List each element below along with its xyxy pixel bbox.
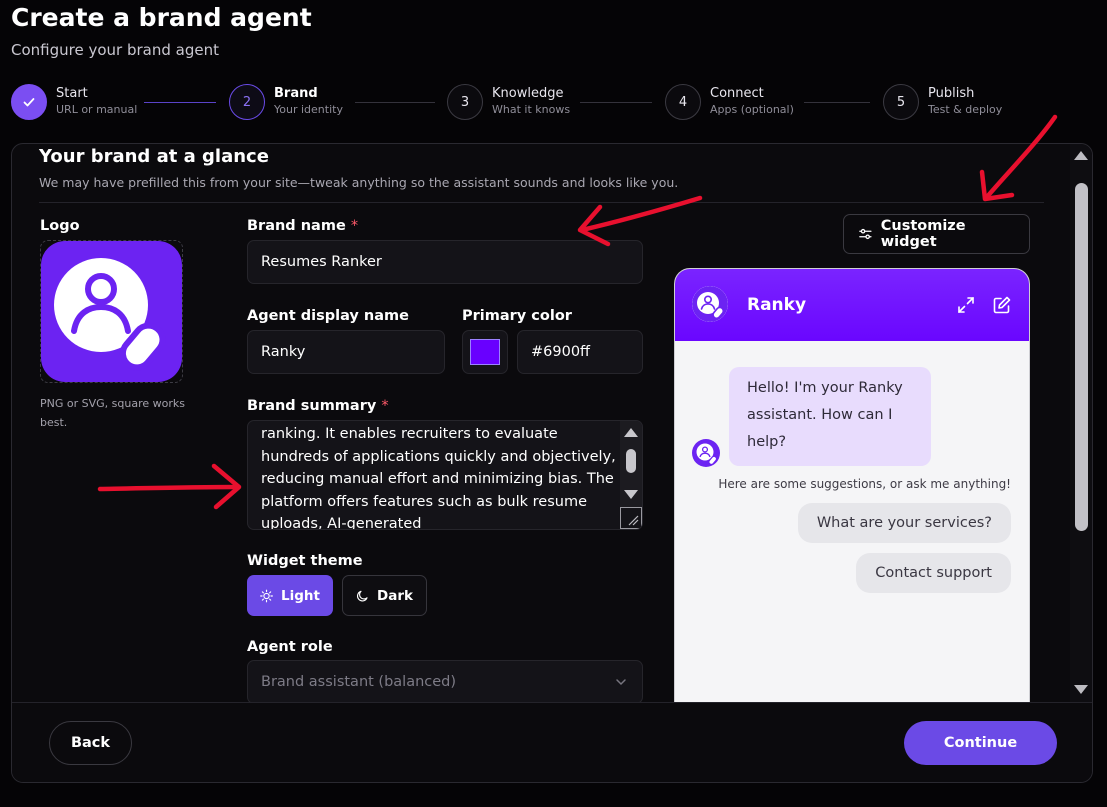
brand-summary-textarea[interactable]: ranking. It enables recruiters to evalua…: [247, 420, 643, 530]
color-picker[interactable]: [462, 330, 508, 374]
brand-name-label: Brand name *: [247, 218, 358, 234]
widget-agent-name: Ranky: [747, 295, 807, 315]
step-connect[interactable]: 4 Connect Apps (optional): [665, 84, 794, 120]
step-number: 4: [665, 84, 701, 120]
customize-widget-label: Customize widget: [880, 218, 966, 250]
step-label: Publish: [928, 86, 975, 101]
moon-icon: [357, 590, 368, 601]
widget-suggestions-hint: Here are some suggestions, or ask me any…: [718, 477, 1011, 491]
step-connector: [804, 102, 870, 103]
theme-dark-label: Dark: [377, 587, 413, 604]
expand-icon[interactable]: [956, 295, 976, 315]
resize-handle[interactable]: [620, 507, 642, 529]
step-sub: What it knows: [492, 103, 571, 116]
check-icon: [23, 98, 35, 107]
theme-dark-button[interactable]: Dark: [342, 575, 427, 616]
edit-icon[interactable]: [992, 295, 1012, 315]
page-title: Create a brand agent: [11, 3, 312, 32]
step-number: 3: [447, 84, 483, 120]
divider: [39, 202, 1044, 203]
widget-header: Ranky: [675, 269, 1029, 341]
brand-summary-text: ranking. It enables recruiters to evalua…: [261, 426, 616, 530]
primary-color-label: Primary color: [462, 308, 572, 324]
card-description: We may have prefilled this from your sit…: [39, 175, 679, 190]
widget-greeting-bubble: Hello! I'm your Ranky assistant. How can…: [729, 367, 931, 466]
theme-light-label: Light: [281, 587, 320, 604]
step-number: 2: [229, 84, 265, 120]
theme-light-button[interactable]: Light: [247, 575, 333, 616]
logo-upload[interactable]: [40, 240, 183, 383]
scroll-down-icon[interactable]: [1074, 685, 1088, 694]
step-sub: URL or manual: [56, 103, 138, 116]
agent-role-value: Brand assistant (balanced): [261, 674, 457, 690]
label-text: Brand name: [247, 218, 346, 234]
step-start[interactable]: Start URL or manual: [11, 84, 137, 120]
scroll-thumb[interactable]: [626, 449, 636, 473]
card-footer: Back Continue: [12, 702, 1092, 782]
stepper: Start URL or manual 2 Brand Your identit…: [11, 84, 1091, 120]
scroll-thumb[interactable]: [1075, 183, 1088, 531]
scroll-up-icon[interactable]: [1074, 151, 1088, 160]
scroll-down-icon[interactable]: [624, 490, 638, 499]
color-swatch: [470, 339, 500, 365]
brand-name-input[interactable]: Resumes Ranker: [247, 240, 643, 284]
step-knowledge[interactable]: 3 Knowledge What it knows: [447, 84, 570, 120]
step-circle: [11, 84, 47, 120]
brand-card: Your brand at a glance We may have prefi…: [11, 143, 1093, 783]
step-connector: [580, 102, 652, 103]
user-search-icon: [54, 258, 166, 371]
step-connector: [144, 102, 216, 103]
step-label: Connect: [710, 86, 764, 101]
step-label: Start: [56, 86, 88, 101]
step-sub: Test & deploy: [928, 103, 1003, 116]
step-number: 5: [883, 84, 919, 120]
step-publish[interactable]: 5 Publish Test & deploy: [883, 84, 1002, 120]
step-connector: [355, 102, 435, 103]
card-scrollbar[interactable]: [1070, 144, 1092, 702]
sliders-icon: [859, 228, 872, 240]
step-sub: Your identity: [274, 103, 343, 116]
primary-color-input[interactable]: #6900ff: [517, 330, 643, 374]
card-title: Your brand at a glance: [39, 146, 269, 167]
label-text: Brand summary: [247, 398, 377, 414]
widget-avatar: [692, 286, 728, 322]
agent-role-select[interactable]: Brand assistant (balanced): [247, 660, 643, 704]
continue-button[interactable]: Continue: [904, 721, 1057, 765]
brand-summary-label: Brand summary *: [247, 398, 389, 414]
logo-label: Logo: [40, 218, 80, 234]
widget-mini-avatar: [692, 439, 720, 467]
required-mark: *: [350, 218, 359, 234]
chevron-down-icon: [616, 679, 626, 686]
suggestion-chip[interactable]: What are your services?: [797, 503, 1011, 543]
step-label: Brand: [274, 86, 318, 101]
sun-icon: [260, 589, 273, 602]
scroll-up-icon[interactable]: [624, 428, 638, 437]
suggestion-chip[interactable]: Contact support: [856, 553, 1011, 593]
logo-hint: PNG or SVG, square works best.: [40, 397, 185, 429]
logo-image: [41, 241, 182, 382]
agent-role-label: Agent role: [247, 639, 333, 655]
step-label: Knowledge: [492, 86, 564, 101]
step-sub: Apps (optional): [710, 103, 794, 116]
step-brand[interactable]: 2 Brand Your identity: [229, 84, 343, 120]
page-subtitle: Configure your brand agent: [11, 41, 219, 59]
back-button[interactable]: Back: [49, 721, 132, 765]
user-search-icon: [692, 286, 728, 322]
agent-display-name-label: Agent display name: [247, 308, 409, 324]
resize-icon: [628, 515, 639, 526]
customize-widget-button[interactable]: Customize widget: [843, 214, 1030, 254]
agent-display-name-input[interactable]: Ranky: [247, 330, 445, 374]
widget-theme-label: Widget theme: [247, 553, 363, 569]
user-search-icon: [696, 443, 718, 466]
required-mark: *: [381, 398, 389, 414]
